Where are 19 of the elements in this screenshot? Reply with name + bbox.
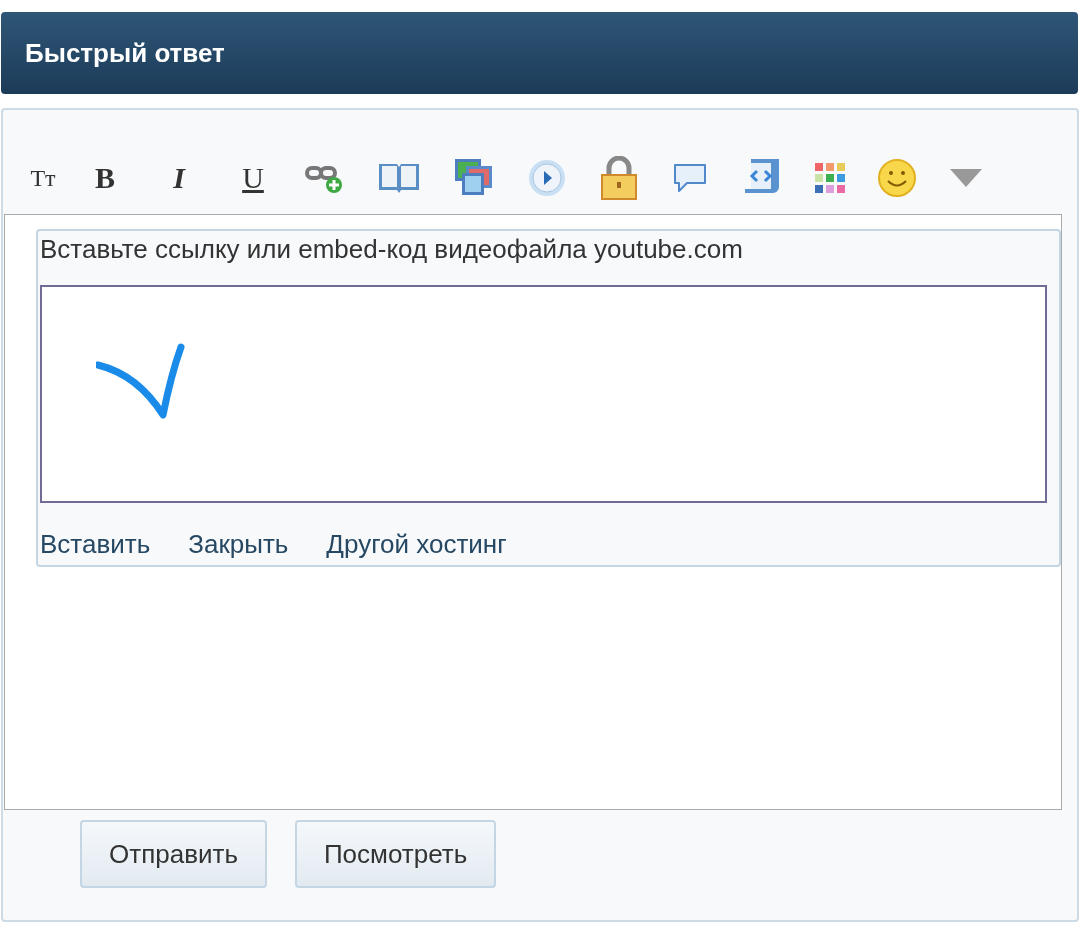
format-button[interactable]: Тт xyxy=(17,164,69,192)
color-grid-icon[interactable] xyxy=(815,163,845,193)
form-button[interactable]: Отправить xyxy=(80,820,267,888)
smiley-icon[interactable] xyxy=(877,158,917,198)
dropdown-arrow-icon[interactable] xyxy=(949,168,983,188)
form-button[interactable]: Посмотреть xyxy=(294,820,497,888)
dialog-link[interactable]: Другой хостинг xyxy=(326,529,507,560)
embed-code-field[interactable] xyxy=(40,285,1047,503)
format-button[interactable]: B xyxy=(67,161,143,195)
embed-prompt: Вставьте ссылку или embed-код видеофайла youtube.com xyxy=(40,233,744,265)
play-icon[interactable] xyxy=(527,158,567,198)
format-button[interactable]: U xyxy=(215,161,291,195)
header-title: Быстрый ответ xyxy=(25,37,225,69)
lock-icon[interactable] xyxy=(599,156,639,200)
dialog-link[interactable]: Вставить xyxy=(40,529,151,560)
editor-area[interactable]: Вставьте ссылку или embed-код видеофайла youtube.com Вставить Закрыть Другой хостинг xyxy=(4,214,1062,810)
speech-bubble-icon[interactable] xyxy=(671,162,709,194)
format-button[interactable]: I xyxy=(141,161,217,195)
dialog-link[interactable]: Закрыть xyxy=(188,529,289,560)
